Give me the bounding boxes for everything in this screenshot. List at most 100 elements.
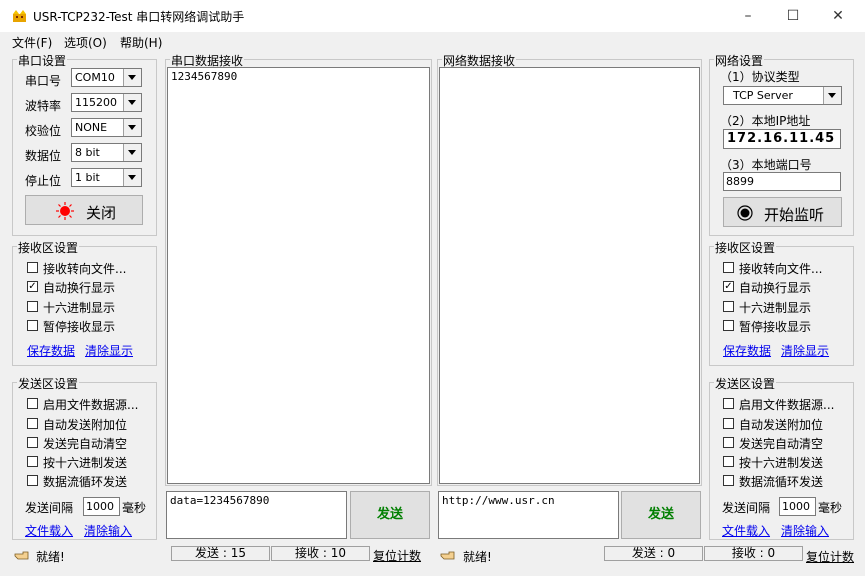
net-recv-area[interactable] [439, 67, 700, 484]
left-reset-count-button[interactable]: 复位计数 [373, 547, 421, 564]
record-icon [737, 205, 753, 221]
right-clear-display-link[interactable]: 清除显示 [781, 342, 829, 359]
left-send-option-checkbox-0[interactable] [27, 398, 38, 409]
right-send-option-label-4: 数据流循环发送 [739, 475, 824, 489]
right-interval-unit: 毫秒 [818, 501, 843, 515]
right-send-option-checkbox-4[interactable] [723, 475, 734, 486]
left-interval-input[interactable]: 1000 [83, 497, 120, 516]
maximize-button[interactable]: ☐ [779, 6, 807, 26]
left-recv-option-checkbox-2[interactable] [27, 301, 38, 312]
right-send-option-label-2: 发送完自动清空 [739, 437, 824, 451]
right-interval-label: 发送间隔 [722, 501, 771, 515]
chevron-down-icon [123, 69, 141, 86]
chevron-down-icon [823, 87, 841, 104]
right-recv-option-label-1: 自动换行显示 [739, 281, 812, 295]
menu-file[interactable]: 文件(F) [12, 34, 52, 51]
left-recv-option-label-0: 接收转向文件... [43, 262, 127, 276]
left-recv-option-checkbox-1[interactable]: ✓ [27, 281, 38, 292]
right-send-option-label-3: 按十六进制发送 [739, 456, 824, 470]
close-window-button[interactable]: ✕ [824, 6, 852, 26]
databits-label: 数据位 [25, 149, 62, 163]
left-recv-option-label-1: 自动换行显示 [43, 281, 116, 295]
port-label: 串口号 [25, 74, 62, 88]
right-recv-option-label-0: 接收转向文件... [739, 262, 823, 276]
protocol-label: （1）协议类型 [720, 70, 800, 84]
serial-settings-title: 串口设置 [17, 52, 68, 69]
left-load-file-link[interactable]: 文件载入 [25, 522, 73, 539]
right-recv-option-checkbox-1[interactable]: ✓ [723, 281, 734, 292]
parity-select[interactable]: NONE [71, 118, 142, 137]
left-ready-status: 就绪! [36, 550, 65, 564]
chevron-down-icon [123, 169, 141, 186]
window-title: USR-TCP232-Test 串口转网络调试助手 [33, 10, 245, 24]
menu-options[interactable]: 选项(O) [64, 34, 107, 51]
right-reset-count-button[interactable]: 复位计数 [806, 548, 854, 565]
app-icon [13, 10, 26, 22]
left-recv-option-label-3: 暂停接收显示 [43, 320, 116, 334]
serial-close-button[interactable]: 关闭 [25, 195, 143, 225]
red-light-icon [56, 202, 74, 220]
start-listen-button[interactable]: 开始监听 [723, 197, 842, 227]
left-received-count: 接收 : 10 [271, 546, 370, 561]
right-recv-option-label-2: 十六进制显示 [739, 301, 812, 315]
right-send-option-checkbox-0[interactable] [723, 398, 734, 409]
stopbits-value: 1 bit [75, 171, 100, 184]
pointing-hand-icon [440, 551, 455, 560]
ip-label: （2）本地IP地址 [720, 114, 811, 128]
pointing-hand-icon [14, 551, 29, 560]
protocol-select[interactable]: TCP Server [723, 86, 842, 105]
stopbits-select[interactable]: 1 bit [71, 168, 142, 187]
menu-help[interactable]: 帮助(H) [120, 34, 162, 51]
net-send-button[interactable]: 发送 [621, 491, 701, 539]
left-send-settings-title: 发送区设置 [17, 375, 80, 392]
port-select[interactable]: COM10 [71, 68, 142, 87]
ip-input[interactable]: 172.16.11.45 [723, 129, 841, 149]
net-send-input[interactable]: http://www.usr.cn [438, 491, 619, 539]
baud-select[interactable]: 115200 [71, 93, 142, 112]
right-send-option-checkbox-3[interactable] [723, 456, 734, 467]
menu-bar: 文件(F) 选项(O) 帮助(H) [0, 32, 865, 51]
right-load-file-link[interactable]: 文件载入 [722, 522, 770, 539]
serial-close-label: 关闭 [86, 204, 117, 222]
serial-send-input[interactable]: data=1234567890 [166, 491, 347, 539]
left-save-data-link[interactable]: 保存数据 [27, 342, 75, 359]
left-recv-option-checkbox-3[interactable] [27, 320, 38, 331]
left-send-option-label-1: 自动发送附加位 [43, 418, 128, 432]
right-send-option-checkbox-1[interactable] [723, 418, 734, 429]
stopbits-label: 停止位 [25, 174, 62, 188]
databits-value: 8 bit [75, 146, 100, 159]
left-send-option-checkbox-3[interactable] [27, 456, 38, 467]
right-interval-input[interactable]: 1000 [779, 497, 816, 516]
right-clear-input-link[interactable]: 清除输入 [781, 522, 829, 539]
baud-label: 波特率 [25, 99, 62, 113]
left-send-option-checkbox-4[interactable] [27, 475, 38, 486]
left-send-option-label-3: 按十六进制发送 [43, 456, 128, 470]
right-recv-option-checkbox-3[interactable] [723, 320, 734, 331]
right-send-option-checkbox-2[interactable] [723, 437, 734, 448]
left-sent-count: 发送 : 15 [171, 546, 270, 561]
right-recv-option-checkbox-2[interactable] [723, 301, 734, 312]
baud-value: 115200 [75, 96, 117, 109]
parity-label: 校验位 [25, 124, 62, 138]
left-interval-unit: 毫秒 [122, 501, 147, 515]
serial-send-button[interactable]: 发送 [350, 491, 430, 539]
left-send-option-checkbox-1[interactable] [27, 418, 38, 429]
left-recv-settings-title: 接收区设置 [17, 239, 80, 256]
right-send-option-label-0: 启用文件数据源... [739, 398, 835, 412]
network-settings-title: 网络设置 [714, 52, 765, 69]
right-recv-option-checkbox-0[interactable] [723, 262, 734, 273]
title-bar: USR-TCP232-Test 串口转网络调试助手 – ☐ ✕ [0, 0, 865, 32]
chevron-down-icon [123, 144, 141, 161]
minimize-button[interactable]: – [734, 6, 762, 26]
local-port-label: （3）本地端口号 [720, 158, 812, 172]
right-save-data-link[interactable]: 保存数据 [723, 342, 771, 359]
left-recv-option-checkbox-0[interactable] [27, 262, 38, 273]
right-send-option-label-1: 自动发送附加位 [739, 418, 824, 432]
left-send-option-checkbox-2[interactable] [27, 437, 38, 448]
local-port-input[interactable]: 8899 [723, 172, 841, 191]
left-clear-input-link[interactable]: 清除输入 [84, 522, 132, 539]
left-clear-display-link[interactable]: 清除显示 [85, 342, 133, 359]
chevron-down-icon [123, 119, 141, 136]
serial-recv-area[interactable]: 1234567890 [167, 67, 430, 484]
databits-select[interactable]: 8 bit [71, 143, 142, 162]
